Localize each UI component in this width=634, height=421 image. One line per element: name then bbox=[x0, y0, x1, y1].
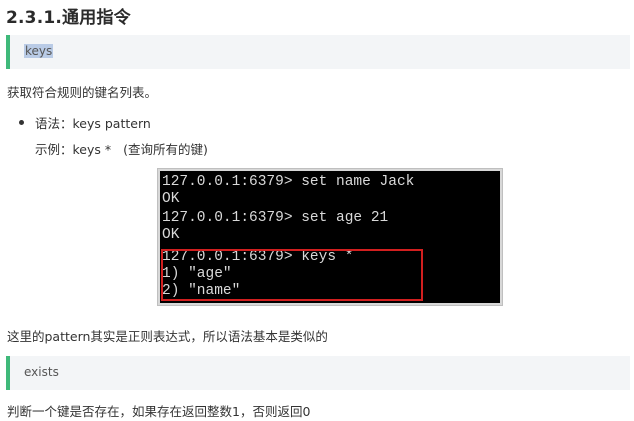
keys-command-block: keys bbox=[6, 35, 630, 69]
syntax-line: 语法：keys pattern bbox=[35, 116, 151, 131]
example-note: (查询所有的键) bbox=[123, 142, 208, 157]
terminal-line: OK bbox=[162, 227, 180, 243]
example-line: 示例：keys * (查询所有的键) bbox=[35, 139, 208, 158]
exists-description: 判断一个键是否存在，如果存在返回整数1，否则返回0 bbox=[7, 404, 311, 419]
terminal-line: 127.0.0.1:6379> set age 21 bbox=[162, 210, 389, 226]
keys-description: 获取符合规则的键名列表。 bbox=[7, 85, 158, 100]
example-label: 示例：keys * bbox=[35, 142, 112, 157]
terminal-line: 127.0.0.1:6379> set name Jack bbox=[162, 174, 415, 190]
exists-command-block: exists bbox=[6, 356, 630, 390]
pattern-note: 这里的pattern其实是正则表达式，所以语法基本是类似的 bbox=[7, 329, 328, 344]
terminal-line: OK bbox=[162, 191, 180, 207]
section-title: 2.3.1.通用指令 bbox=[6, 8, 131, 28]
keys-result-highlight bbox=[161, 249, 423, 301]
bullet-dot-icon bbox=[19, 120, 24, 125]
exists-command-text: exists bbox=[24, 365, 59, 379]
terminal-screenshot: 127.0.0.1:6379> set name Jack OK 127.0.0… bbox=[158, 169, 502, 305]
keys-command-text: keys bbox=[24, 44, 54, 58]
